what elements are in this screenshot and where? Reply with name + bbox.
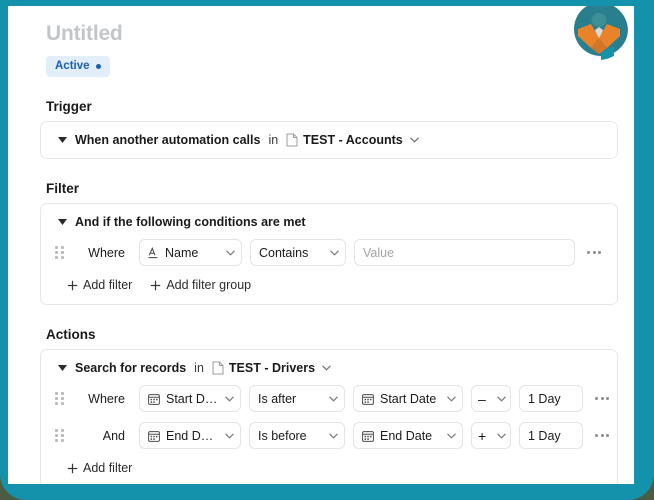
actions-header[interactable]: Search for records in TEST - Drivers xyxy=(53,361,605,375)
action-field-select[interactable]: End Date (H... xyxy=(139,422,241,449)
trigger-table-select[interactable]: TEST - Accounts xyxy=(286,133,419,147)
calendar-icon xyxy=(148,430,160,442)
section-title-actions: Actions xyxy=(46,327,96,342)
chevron-down-icon[interactable] xyxy=(55,361,69,375)
status-dot-icon xyxy=(95,63,101,69)
actions-table-name: TEST - Drivers xyxy=(228,361,316,375)
action-row-overflow-menu[interactable] xyxy=(591,397,613,400)
calendar-icon xyxy=(148,393,160,405)
chevron-down-icon xyxy=(330,249,339,256)
actions-panel: Search for records in TEST - Drivers Whe… xyxy=(40,349,618,484)
chevron-down-icon xyxy=(447,432,456,439)
add-filter-label: Add filter xyxy=(83,278,133,292)
text-field-icon xyxy=(148,246,159,259)
action-offset-value: 1 Day xyxy=(528,391,561,406)
action-operator-select[interactable]: Is before xyxy=(249,422,345,449)
filter-add-row: Add filter Add filter group xyxy=(67,278,605,292)
chevron-down-icon xyxy=(329,432,338,439)
section-title-trigger: Trigger xyxy=(46,99,92,114)
filter-row-overflow-menu[interactable] xyxy=(583,251,605,254)
filter-row-conjunction: Where xyxy=(88,245,125,260)
actions-table-select[interactable]: TEST - Drivers xyxy=(212,361,331,375)
chevron-down-icon xyxy=(497,432,506,439)
plus-icon xyxy=(67,280,78,291)
filter-value-input[interactable]: Value xyxy=(354,239,575,266)
chevron-down-icon xyxy=(329,395,338,402)
drag-handle-icon[interactable] xyxy=(53,391,65,407)
trigger-summary: When another automation calls xyxy=(75,133,261,147)
actions-connector: in xyxy=(194,361,204,375)
chevron-down-icon xyxy=(225,395,234,402)
action-compare-field-value: Start Date xyxy=(380,391,437,406)
chevron-down-icon xyxy=(497,395,506,402)
chevron-down-icon xyxy=(447,395,456,402)
section-title-filter: Filter xyxy=(46,181,80,196)
action-operator-select[interactable]: Is after xyxy=(249,385,345,412)
action-row-conjunction: Where xyxy=(88,391,125,406)
file-icon xyxy=(212,361,224,375)
plus-icon xyxy=(67,463,78,474)
add-filter-label: Add filter xyxy=(83,461,133,475)
drag-handle-icon[interactable] xyxy=(53,245,65,261)
filter-summary: And if the following conditions are met xyxy=(75,215,306,229)
trigger-header[interactable]: When another automation calls in TEST - … xyxy=(53,133,605,147)
action-field-value: Start Date (... xyxy=(166,391,219,406)
chevron-down-icon xyxy=(409,137,419,143)
chevron-down-icon xyxy=(226,249,235,256)
file-icon xyxy=(286,133,298,147)
add-filter-button[interactable]: Add filter xyxy=(67,461,132,475)
filter-operator-select[interactable]: Contains xyxy=(250,239,346,266)
action-offset-sign-select[interactable]: + xyxy=(471,422,511,449)
plus-icon xyxy=(150,280,161,291)
action-condition-row: And End Date Is before End Date + 1 Day xyxy=(53,422,609,449)
status-badge[interactable]: Active xyxy=(46,56,110,77)
actions-summary: Search for records xyxy=(75,361,187,375)
chevron-down-icon[interactable] xyxy=(55,133,69,147)
action-row-conjunction: And xyxy=(102,428,125,443)
filter-panel: And if the following conditions are met … xyxy=(40,203,618,305)
page-title: Untitled xyxy=(46,22,123,45)
action-offset-value: 1 Day xyxy=(528,428,561,443)
minus-icon: – xyxy=(478,390,486,407)
chevron-down-icon[interactable] xyxy=(55,215,69,229)
filter-header[interactable]: And if the following conditions are met xyxy=(53,215,605,229)
add-filter-group-button[interactable]: Add filter group xyxy=(150,278,251,292)
chevron-down-icon xyxy=(322,365,331,371)
action-operator-value: Is before xyxy=(258,428,307,443)
action-condition-row: Where Start Dat Is after Start Date – 1 … xyxy=(53,385,609,412)
automation-editor-page: Untitled Active Trigger When another aut… xyxy=(8,6,634,484)
filter-field-select[interactable]: Name xyxy=(139,239,242,266)
action-offset-sign-select[interactable]: – xyxy=(471,385,511,412)
filter-value-placeholder: Value xyxy=(363,245,395,260)
calendar-icon xyxy=(362,393,374,405)
action-compare-field-select[interactable]: Start Date xyxy=(353,385,463,412)
calendar-icon xyxy=(362,430,374,442)
add-filter-group-label: Add filter group xyxy=(166,278,252,292)
actions-add-row: Add filter xyxy=(67,461,605,475)
action-compare-field-value: End Date xyxy=(380,428,433,443)
filter-field-value: Name xyxy=(165,245,199,260)
filter-operator-value: Contains xyxy=(259,245,309,260)
action-compare-field-select[interactable]: End Date xyxy=(353,422,463,449)
add-filter-button[interactable]: Add filter xyxy=(67,278,132,292)
trigger-connector: in xyxy=(268,133,279,147)
action-offset-input[interactable]: 1 Day xyxy=(519,422,583,449)
action-field-select[interactable]: Start Date (... xyxy=(139,385,241,412)
window-frame: Untitled Active Trigger When another aut… xyxy=(0,0,654,500)
action-row-overflow-menu[interactable] xyxy=(591,434,613,437)
plus-icon: + xyxy=(478,427,487,444)
action-field-value: End Date (H... xyxy=(166,428,219,443)
chevron-down-icon xyxy=(225,432,234,439)
status-badge-label: Active xyxy=(55,60,90,72)
trigger-table-name: TEST - Accounts xyxy=(303,133,403,147)
filter-condition-row: Where Name Contains Value xyxy=(53,239,605,266)
trigger-panel: When another automation calls in TEST - … xyxy=(40,121,618,159)
action-offset-input[interactable]: 1 Day xyxy=(519,385,583,412)
drag-handle-icon[interactable] xyxy=(53,428,65,444)
action-operator-value: Is after xyxy=(258,391,297,406)
